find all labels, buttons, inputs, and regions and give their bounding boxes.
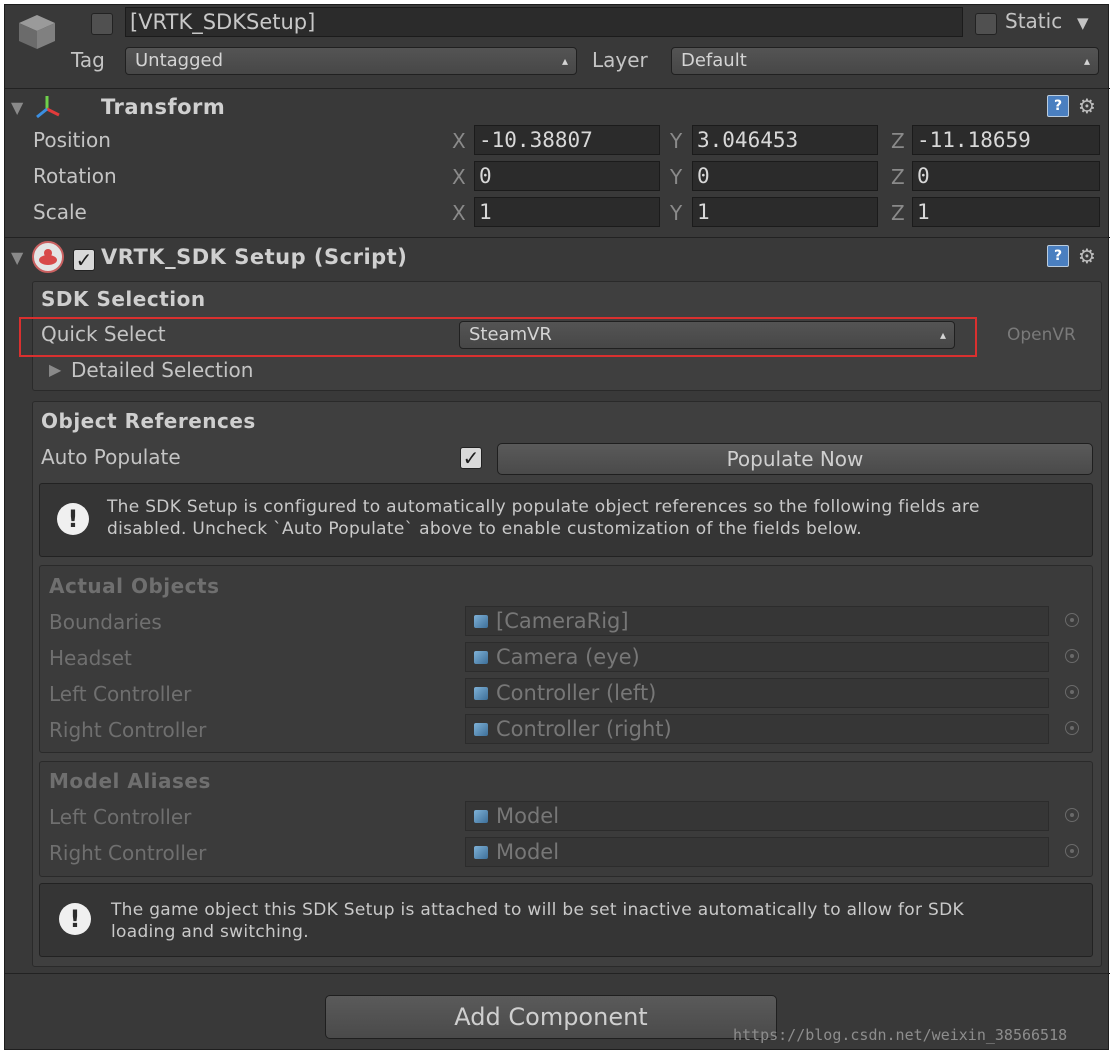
left-controller-label: Left Controller	[49, 682, 192, 706]
sdk-selection-heading: SDK Selection	[41, 287, 206, 311]
gameobject-cube-icon	[474, 651, 488, 664]
axis-y-label[interactable]: Y	[670, 203, 682, 223]
gameobject-cube-icon	[474, 615, 488, 628]
left-controller-value: Controller (left)	[496, 681, 657, 705]
row-label: Position	[33, 128, 111, 152]
object-picker-icon	[1065, 721, 1079, 735]
object-name-field[interactable]: [VRTK_SDKSetup]	[125, 7, 963, 37]
auto-populate-label: Auto Populate	[41, 445, 181, 469]
tag-label: Tag	[71, 48, 105, 72]
axis-z-label[interactable]: Z	[891, 203, 905, 223]
left-controller-alias-value: Model	[496, 804, 560, 828]
right-controller-field: Controller (right)	[465, 714, 1049, 744]
axis-x-label[interactable]: X	[452, 203, 466, 223]
boundaries-field: [CameraRig]	[465, 606, 1049, 636]
transform-axes-icon	[33, 93, 63, 121]
help-text-line-1: The SDK Setup is configured to automatic…	[107, 497, 980, 517]
object-picker-icon	[1065, 685, 1079, 699]
populate-now-button[interactable]: Populate Now	[497, 443, 1093, 475]
right-controller-alias-field: Model	[465, 837, 1049, 867]
script-foldout-icon[interactable]: ▼	[11, 250, 23, 266]
right-controller-alias-value: Model	[496, 840, 560, 864]
quick-select-label: Quick Select	[41, 322, 166, 346]
object-picker-icon	[1065, 649, 1079, 663]
right-controller-value: Controller (right)	[496, 717, 672, 741]
gameobject-cube-icon	[474, 810, 488, 823]
script-component-icon	[32, 241, 64, 273]
object-picker-icon	[1065, 613, 1079, 627]
quick-select-dropdown[interactable]: SteamVR ▴	[459, 321, 955, 349]
watermark-text: https://blog.csdn.net/weixin_38566518	[733, 1026, 1068, 1044]
gameobject-cube-icon	[474, 687, 488, 700]
scale-y-field[interactable]: 1	[692, 197, 878, 227]
footer-help-line-2: loading and switching.	[111, 922, 309, 942]
layer-label: Layer	[592, 48, 648, 72]
boundaries-label: Boundaries	[49, 610, 162, 634]
help-book-icon[interactable]: ?	[1047, 95, 1069, 117]
static-dropdown-arrow-icon[interactable]: ▼	[1077, 14, 1089, 32]
layer-value: Default	[681, 50, 747, 71]
left-controller-alias-label: Left Controller	[49, 805, 192, 829]
transform-foldout-icon[interactable]: ▼	[11, 100, 23, 116]
row-label: Rotation	[33, 164, 117, 188]
detailed-selection-foldout-icon[interactable]: ▶	[49, 362, 61, 378]
headset-field: Camera (eye)	[465, 642, 1049, 672]
axis-z-label[interactable]: Z	[891, 167, 905, 187]
position-z-field[interactable]: -11.18659	[912, 125, 1100, 155]
actual-objects-heading: Actual Objects	[49, 574, 220, 598]
static-label: Static	[1005, 9, 1063, 33]
scale-z-field[interactable]: 1	[912, 197, 1100, 227]
updown-arrow-icon: ▴	[1083, 54, 1090, 68]
tag-value: Untagged	[135, 50, 224, 71]
axis-y-label[interactable]: Y	[670, 131, 682, 151]
auto-populate-checkbox[interactable]: ✓	[460, 447, 482, 469]
row-label: Scale	[33, 200, 87, 224]
script-enabled-checkbox[interactable]: ✓	[73, 249, 95, 271]
gameobject-cube-icon	[474, 723, 488, 736]
tag-dropdown[interactable]: Untagged ▴	[125, 47, 577, 75]
boundaries-value: [CameraRig]	[496, 609, 629, 633]
right-controller-alias-label: Right Controller	[49, 841, 207, 865]
rotation-y-field[interactable]: 0	[692, 161, 878, 191]
axis-y-label[interactable]: Y	[670, 167, 682, 187]
rotation-z-field[interactable]: 0	[912, 161, 1100, 191]
settings-gear-icon[interactable]: ⚙	[1078, 246, 1096, 266]
position-y-field[interactable]: 3.046453	[692, 125, 878, 155]
object-picker-icon	[1065, 808, 1079, 822]
active-checkbox[interactable]	[91, 13, 113, 35]
add-component-button[interactable]: Add Component	[325, 995, 777, 1039]
updown-arrow-icon: ▴	[939, 328, 946, 342]
help-book-icon[interactable]: ?	[1047, 245, 1069, 267]
footer-help-line-1: The game object this SDK Setup is attach…	[111, 900, 964, 920]
gameobject-cube-icon	[474, 846, 488, 859]
updown-arrow-icon: ▴	[561, 54, 568, 68]
scale-x-field[interactable]: 1	[474, 197, 660, 227]
axis-x-label[interactable]: X	[452, 131, 466, 151]
inspector-panel: [VRTK_SDKSetup] Static ▼ Tag Untagged ▴ …	[4, 4, 1110, 1050]
quick-select-value: SteamVR	[469, 324, 552, 345]
detailed-selection-label[interactable]: Detailed Selection	[71, 360, 253, 380]
object-picker-icon	[1065, 844, 1079, 858]
help-text-line-2: disabled. Uncheck `Auto Populate` above …	[107, 519, 862, 539]
transform-title: Transform	[101, 95, 226, 119]
warning-icon: !	[57, 503, 89, 535]
rotation-x-field[interactable]: 0	[474, 161, 660, 191]
model-aliases-heading: Model Aliases	[49, 769, 211, 793]
static-checkbox[interactable]	[975, 13, 997, 35]
script-title: VRTK_SDK Setup (Script)	[101, 245, 408, 269]
left-controller-field: Controller (left)	[465, 678, 1049, 708]
warning-icon: !	[59, 903, 91, 935]
axis-z-label[interactable]: Z	[891, 131, 905, 151]
gameobject-cube-icon	[15, 11, 59, 51]
axis-x-label[interactable]: X	[452, 167, 466, 187]
headset-label: Headset	[49, 646, 132, 670]
right-controller-label: Right Controller	[49, 718, 207, 742]
left-controller-alias-field: Model	[465, 801, 1049, 831]
quick-select-hint: OpenVR	[1007, 325, 1076, 345]
settings-gear-icon[interactable]: ⚙	[1078, 96, 1096, 116]
object-references-heading: Object References	[41, 409, 256, 433]
headset-value: Camera (eye)	[496, 645, 640, 669]
position-x-field[interactable]: -10.38807	[474, 125, 660, 155]
layer-dropdown[interactable]: Default ▴	[671, 47, 1099, 75]
